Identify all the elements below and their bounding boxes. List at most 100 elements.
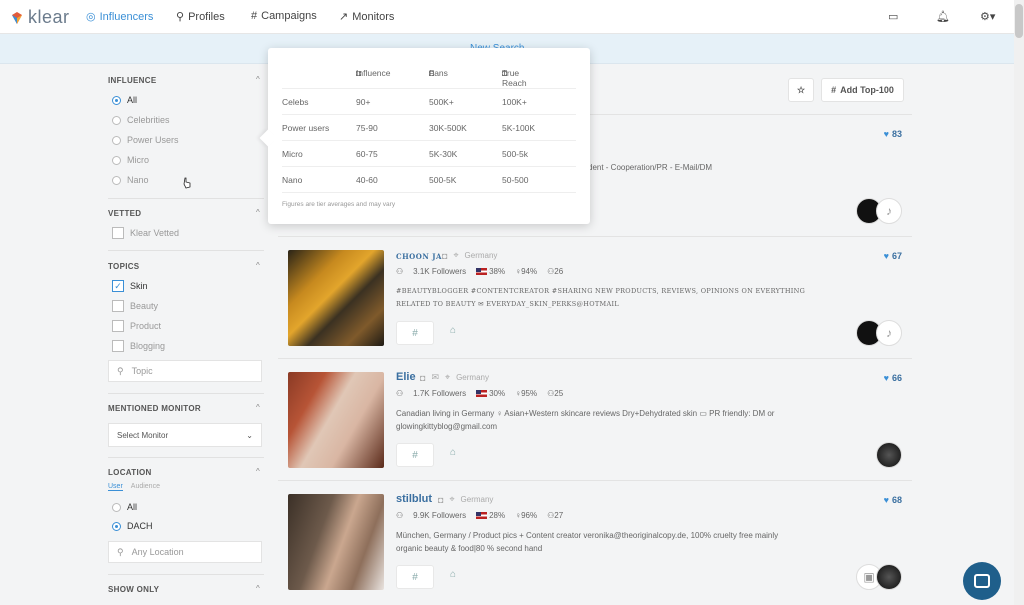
tier-fans: 500-5K	[429, 175, 457, 185]
influencer-name[interactable]: stilblut	[396, 493, 432, 505]
topic-skin-checkbox[interactable]: ✓ Skin	[112, 280, 148, 292]
add-to-campaign-button[interactable]: #	[396, 321, 434, 345]
divider	[108, 574, 264, 575]
instagram-icon[interactable]: ◘	[442, 251, 447, 261]
hash-icon: #	[831, 85, 837, 95]
channel-avatar[interactable]	[876, 442, 902, 468]
scrollbar-thumb[interactable]	[1015, 4, 1023, 38]
tier-name: Power users	[282, 123, 330, 133]
location-pin-icon: ⌖	[444, 372, 451, 382]
location-tabs: User Audience	[108, 483, 160, 491]
guitar-icon[interactable]: ♪	[876, 198, 902, 224]
klear-logo-icon	[12, 11, 22, 24]
tag-icon[interactable]: ⌂	[450, 325, 456, 336]
option-label: Klear Vetted	[130, 228, 180, 238]
tab-user[interactable]: User	[108, 483, 123, 491]
instagram-icon[interactable]: ◘	[420, 373, 425, 383]
collapse-chevron-icon[interactable]: ^	[256, 75, 260, 84]
button-label: Add Top-100	[840, 85, 894, 95]
klear-vetted-checkbox[interactable]: Klear Vetted	[112, 227, 179, 239]
nav-campaigns[interactable]: # Campaigns	[251, 10, 317, 22]
monitor-select[interactable]: Select Monitor ⌄	[108, 423, 262, 447]
tier-row: Nano 40-60 500-5K 50-500	[282, 166, 576, 192]
logo[interactable]: klear	[10, 7, 70, 28]
tier-reach: 5K-100K	[502, 123, 536, 133]
monitor-title: MENTIONED MONITOR	[108, 404, 201, 413]
channel-avatar[interactable]	[876, 564, 902, 590]
bio-text: München, Germany / Product pics + Conten…	[396, 531, 779, 553]
tier-reach: 50-500	[502, 175, 529, 185]
add-to-campaign-button[interactable]: #	[396, 443, 434, 467]
heart-icon: ♥	[883, 251, 889, 261]
checkmark-icon: ✓	[112, 280, 124, 292]
country-pct: 30%	[489, 389, 506, 398]
meta-icons: ◘ ⌖ Germany	[438, 494, 493, 505]
option-label: All	[127, 95, 138, 105]
location-placeholder: Any Location	[131, 547, 184, 557]
radio-icon	[112, 175, 121, 185]
topic-product-checkbox[interactable]: Product	[112, 320, 161, 332]
favorite-button[interactable]: ☆	[788, 78, 814, 102]
gear-icon[interactable]: ⚙▾	[980, 10, 995, 23]
topic-search-input[interactable]: ⚲ Topic	[108, 360, 262, 382]
influencer-card[interactable]: CHOON JA ◘ ⌖ Germany ⚇ 3.1K Followers 38% ♀…	[278, 236, 912, 359]
topic-blogging-checkbox[interactable]: Blogging	[112, 340, 165, 352]
nav-influencers[interactable]: ◎ Influencers	[86, 10, 153, 24]
influence-option-micro[interactable]: Micro	[112, 155, 149, 165]
collapse-chevron-icon[interactable]: ^	[256, 261, 260, 270]
scrollbar[interactable]	[1014, 0, 1024, 605]
followers: 9.9K Followers	[413, 511, 467, 520]
influencer-name[interactable]: CHOON JA	[396, 252, 442, 261]
nav-monitors[interactable]: ↗ Monitors	[339, 10, 394, 24]
stats-row: ⚇ 3.1K Followers 38% ♀94% ⚇26	[396, 267, 563, 276]
tier-influence: 60-75	[356, 149, 378, 159]
email-icon[interactable]: ✉	[431, 372, 439, 383]
location-search-input[interactable]: ⚲ Any Location	[108, 541, 262, 563]
influencer-card[interactable]: stilblut ◘ ⌖ Germany ⚇ 9.9K Followers 28% ♀…	[278, 480, 912, 603]
influencer-name[interactable]: Elie	[396, 371, 416, 383]
influence-option-celebrities[interactable]: Celebrities	[112, 115, 170, 125]
influencer-icon: ◎	[86, 11, 96, 23]
location-option-dach[interactable]: DACH	[112, 521, 153, 531]
divider	[108, 198, 264, 199]
chat-bubble-icon[interactable]: ▭	[888, 10, 898, 23]
score-value: 66	[891, 373, 902, 383]
guitar-icon[interactable]: ♪	[876, 320, 902, 346]
collapse-chevron-icon[interactable]: ^	[256, 467, 260, 476]
tag-icon[interactable]: ⌂	[450, 569, 456, 580]
search-icon: ⚲	[117, 365, 124, 376]
option-label: Nano	[127, 175, 149, 185]
meta-icons: ◘ ✉ ⌖ Germany	[420, 372, 489, 383]
collapse-chevron-icon[interactable]: ^	[256, 403, 260, 412]
select-label: Select Monitor	[117, 430, 169, 440]
gender-pct: 96%	[521, 511, 538, 520]
nav-profiles[interactable]: ⚲ Profiles	[176, 10, 225, 24]
influencer-card[interactable]: Elie ◘ ✉ ⌖ Germany ⚇ 1.7K Followers 30% ♀95%…	[278, 358, 912, 481]
profile-photo[interactable]	[288, 250, 384, 346]
influence-score: ♥ 83	[884, 129, 902, 139]
chat-icon	[974, 574, 990, 588]
add-to-campaign-button[interactable]: #	[396, 565, 434, 589]
influence-option-power-users[interactable]: Power Users	[112, 135, 179, 145]
influence-option-all[interactable]: All	[112, 95, 137, 105]
add-top-100-button[interactable]: # Add Top-100	[821, 78, 904, 102]
collapse-chevron-icon[interactable]: ^	[256, 584, 260, 593]
location-option-all[interactable]: All	[112, 502, 137, 512]
bell-icon[interactable]: 🔔︎	[936, 10, 950, 23]
tag-icon[interactable]: ⌂	[450, 447, 456, 458]
tab-audience[interactable]: Audience	[131, 483, 160, 491]
profile-photo[interactable]	[288, 372, 384, 468]
topic-beauty-checkbox[interactable]: Beauty	[112, 300, 158, 312]
profile-photo[interactable]	[288, 494, 384, 590]
country-pct: 28%	[489, 511, 506, 520]
radio-icon	[112, 521, 121, 531]
chat-launcher-button[interactable]	[963, 562, 1001, 600]
influence-option-nano[interactable]: Nano	[112, 175, 149, 185]
instagram-icon[interactable]: ◘	[438, 495, 443, 505]
location-pin-icon: ⌖	[449, 494, 455, 504]
tier-influence: 90+	[356, 97, 371, 107]
country-pct: 38%	[489, 267, 506, 276]
heart-icon: ♥	[883, 129, 889, 139]
nav-label: Campaigns	[261, 10, 317, 22]
collapse-chevron-icon[interactable]: ^	[256, 208, 260, 217]
